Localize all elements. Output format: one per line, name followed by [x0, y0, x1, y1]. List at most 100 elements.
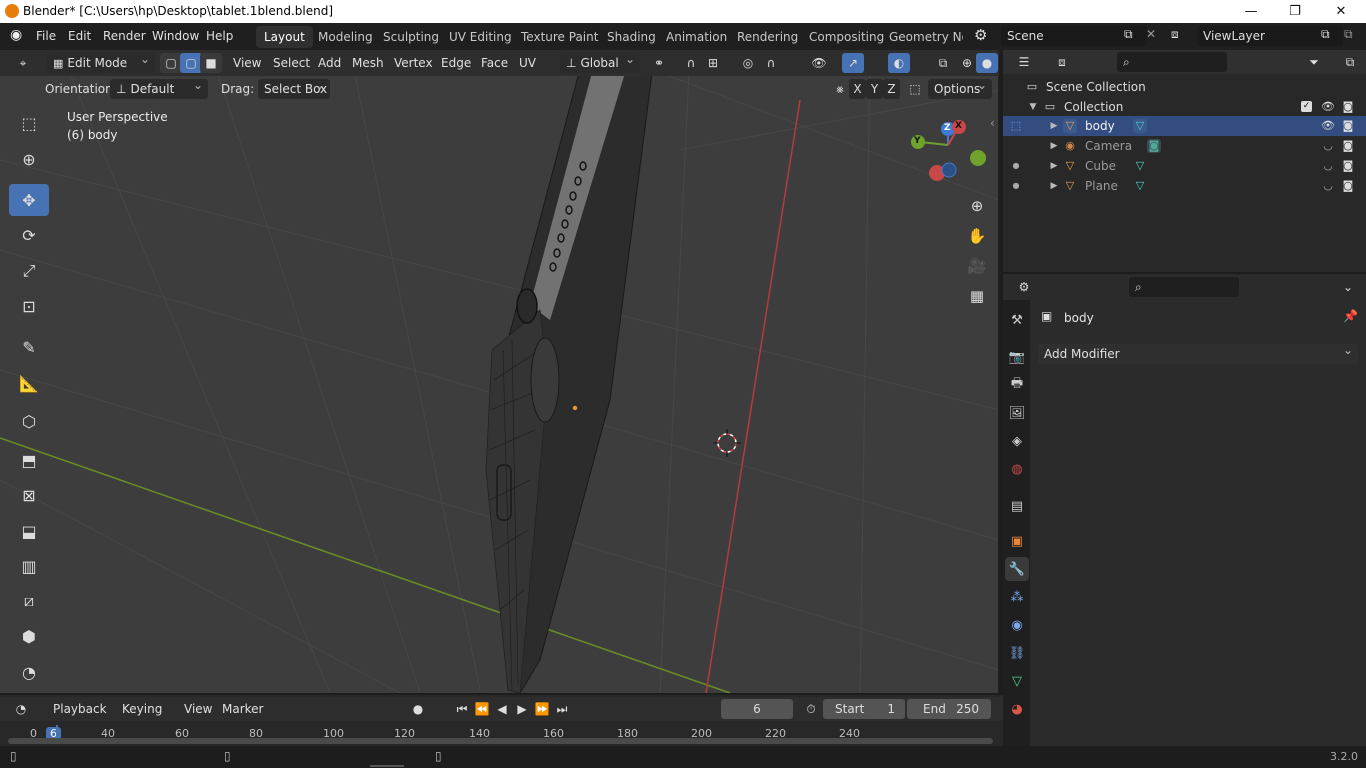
material-tab-icon[interactable]: ◕: [1005, 697, 1029, 721]
pin-icon[interactable]: 📌: [1343, 309, 1358, 323]
orientation-dropdown[interactable]: ⊥ Default: [110, 75, 208, 99]
properties-options-icon[interactable]: ⌄: [1337, 277, 1359, 297]
minimize-button[interactable]: —: [1228, 0, 1274, 23]
remove-scene-icon[interactable]: ✕: [1146, 27, 1156, 41]
tab-animation[interactable]: Animation: [658, 26, 735, 48]
object-data-tab-icon[interactable]: ▽: [1005, 669, 1029, 693]
hidden-eye-icon[interactable]: ◡: [1321, 139, 1335, 153]
camera-data-icon[interactable]: ◙: [1147, 139, 1161, 153]
modifier-tab-icon[interactable]: 🔧: [1005, 557, 1029, 581]
blender-menu-icon[interactable]: ◉: [10, 27, 22, 43]
expand-arrow-icon[interactable]: ▶: [1047, 159, 1061, 173]
jump-start-icon[interactable]: ⏮: [451, 699, 473, 719]
tab-uv-editing[interactable]: UV Editing: [441, 26, 520, 48]
tab-modeling[interactable]: Modeling: [310, 26, 381, 48]
menu-window[interactable]: Window: [152, 29, 199, 43]
face-select-icon[interactable]: ■: [200, 53, 222, 73]
timeline-menu-keying[interactable]: Keying: [122, 699, 162, 719]
expand-arrow-icon[interactable]: ▶: [1047, 139, 1061, 153]
inset-tool-icon[interactable]: ⊠: [9, 479, 49, 511]
cursor-tool-icon[interactable]: ⊕: [9, 143, 49, 175]
mode-dropdown[interactable]: ▦ Edit Mode: [47, 49, 155, 73]
timeline-menu-playback[interactable]: Playback: [53, 699, 107, 719]
world-tab-icon[interactable]: ◍: [1005, 457, 1029, 481]
gizmo-y-label[interactable]: Y: [914, 136, 921, 146]
proportional-edit-icon[interactable]: ◎: [737, 53, 759, 73]
start-frame-field[interactable]: Start 1: [823, 699, 905, 719]
prev-keyframe-icon[interactable]: ⏪: [471, 699, 493, 719]
next-keyframe-icon[interactable]: ⏩: [531, 699, 553, 719]
display-mode-icon[interactable]: ⧈: [1051, 52, 1073, 72]
gizmo-toggle-icon[interactable]: ↗: [842, 53, 864, 73]
timeline-editor-type-icon[interactable]: ◔: [10, 699, 32, 719]
particles-tab-icon[interactable]: ⁂: [1005, 585, 1029, 609]
add-modifier-dropdown[interactable]: Add Modifier: [1038, 340, 1358, 364]
select-box-tool-icon[interactable]: ⬚: [9, 107, 49, 139]
jump-end-icon[interactable]: ⏭: [551, 699, 573, 719]
outliner-row-plane[interactable]: ● ▶ ▽ Plane ▽ ◡ ◙: [1003, 176, 1366, 196]
rotate-tool-icon[interactable]: ⟳: [9, 219, 49, 251]
edit-mode-icon[interactable]: ⬚: [1009, 119, 1023, 133]
mesh-data-icon[interactable]: ▽: [1133, 179, 1147, 193]
edge-select-icon[interactable]: ▢: [180, 53, 202, 73]
poly-build-tool-icon[interactable]: ⬢: [9, 620, 49, 652]
options-dropdown[interactable]: Options: [928, 75, 992, 99]
restore-button[interactable]: ❐: [1272, 0, 1318, 23]
drag-dropdown[interactable]: Select Box: [258, 75, 330, 99]
sidebar-toggle-icon[interactable]: ‹: [990, 116, 995, 130]
solid-shading-icon[interactable]: ●: [976, 53, 998, 73]
ortho-grid-icon[interactable]: ▦: [964, 283, 990, 309]
outliner-row-scene-collection[interactable]: ▭ Scene Collection: [1003, 77, 1366, 97]
expand-arrow-icon[interactable]: ▶: [1047, 179, 1061, 193]
header-menu-select[interactable]: Select: [273, 53, 310, 73]
object-tab-icon[interactable]: ▣: [1005, 529, 1029, 553]
mirror-icon[interactable]: ⨳: [829, 79, 851, 99]
header-menu-add[interactable]: Add: [318, 53, 341, 73]
gizmo-z-label[interactable]: Z: [944, 123, 951, 133]
new-view-layer-icon[interactable]: ⧉: [1321, 27, 1330, 42]
view-layer-icon[interactable]: ⧈: [1171, 27, 1179, 42]
hidden-eye-icon[interactable]: ◡: [1321, 159, 1335, 173]
exclude-checkbox[interactable]: ✓: [1301, 101, 1312, 112]
play-icon[interactable]: ▶: [511, 699, 533, 719]
close-button[interactable]: ✕: [1318, 0, 1364, 23]
menu-edit[interactable]: Edit: [68, 29, 91, 43]
transform-orientation-dropdown[interactable]: ⊥ Global: [560, 49, 640, 73]
render-camera-icon[interactable]: ◙: [1341, 100, 1355, 114]
auto-keying-icon[interactable]: ●: [407, 699, 429, 719]
timeline-menu-view[interactable]: View: [184, 699, 212, 719]
bevel-tool-icon[interactable]: ⬓: [9, 515, 49, 547]
new-scene-icon[interactable]: ⧉: [1124, 27, 1133, 42]
header-menu-vertex[interactable]: Vertex: [394, 53, 433, 73]
wireframe-shading-icon[interactable]: ⊕: [956, 53, 978, 73]
camera-view-icon[interactable]: 🎥: [964, 253, 990, 279]
dot-icon[interactable]: ●: [1009, 159, 1023, 173]
tab-rendering[interactable]: Rendering: [729, 26, 806, 48]
remove-view-layer-icon[interactable]: ⧉: [1344, 27, 1353, 42]
zoom-icon[interactable]: ⊕: [964, 193, 990, 219]
falloff-icon[interactable]: ∩: [760, 53, 782, 73]
menu-render[interactable]: Render: [103, 29, 146, 43]
tab-geometry-nodes[interactable]: Geometry Noc: [881, 26, 963, 48]
3d-viewport[interactable]: Y Z X User Perspective (6) body ⊕ ✋ 🎥 ▦ …: [0, 50, 999, 693]
pan-hand-icon[interactable]: ✋: [964, 223, 990, 249]
filter-icon[interactable]: ⏷: [1303, 52, 1325, 72]
visibility-icon[interactable]: 👁: [808, 53, 830, 73]
editor-type-icon[interactable]: ⌖: [12, 53, 34, 73]
visibility-eye-icon[interactable]: 👁: [1321, 100, 1335, 114]
axis-y-toggle[interactable]: Y: [866, 79, 883, 99]
pivot-point-icon[interactable]: ⚭: [648, 53, 670, 73]
spin-tool-icon[interactable]: ◔: [9, 656, 49, 688]
constraints-tab-icon[interactable]: ⛓: [1005, 641, 1029, 665]
outliner-row-body[interactable]: ⬚ ▶ ▽ body ▽ 👁 ◙: [1003, 116, 1366, 136]
outliner-search-input[interactable]: ⌕: [1117, 52, 1227, 72]
auto-merge-icon[interactable]: ⬚: [904, 79, 926, 99]
scale-tool-icon[interactable]: ⤢: [9, 255, 49, 287]
dot-icon[interactable]: ●: [1009, 179, 1023, 193]
view-layer-tab-icon[interactable]: 🖼: [1005, 401, 1029, 425]
header-menu-face[interactable]: Face: [481, 53, 508, 73]
collection-tab-icon[interactable]: ▤: [1005, 494, 1029, 518]
tab-texture-paint[interactable]: Texture Paint: [513, 26, 606, 48]
outliner-editor-type-icon[interactable]: ☰: [1013, 52, 1035, 72]
properties-search-input[interactable]: ⌕: [1129, 277, 1239, 297]
